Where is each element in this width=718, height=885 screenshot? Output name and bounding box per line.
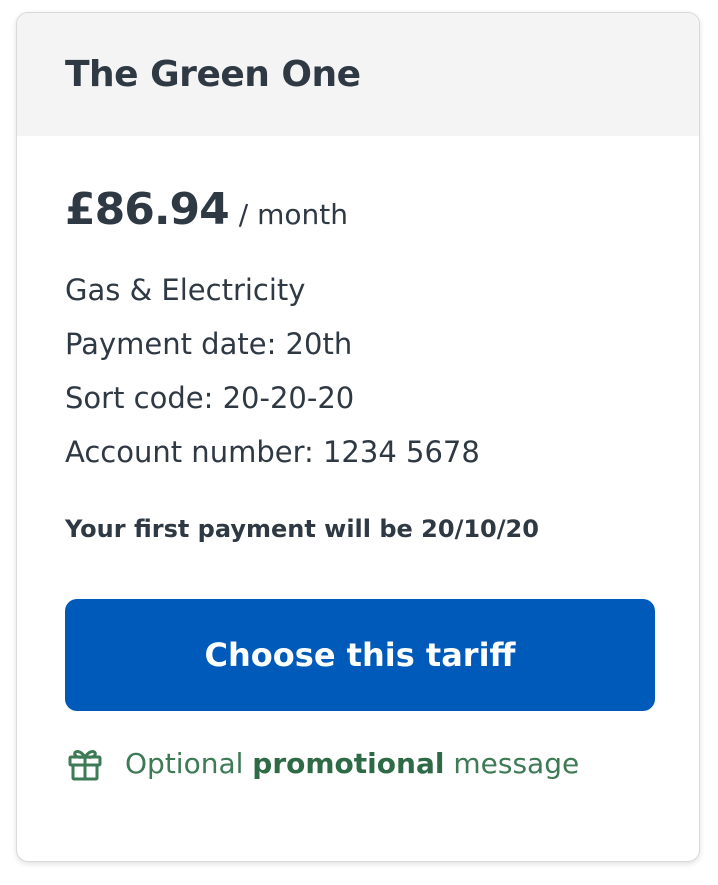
detail-sort-code: Sort code: 20-20-20 [65,381,355,415]
promo-emphasis: promotional [252,746,445,780]
gift-icon [65,743,105,783]
price-unit: / month [238,198,349,231]
card-body: £86.94 / month Gas & Electricity Payment… [17,136,699,783]
first-payment-note: Your first payment will be 20/10/20 [65,515,539,543]
price-row: £86.94 / month [65,184,652,235]
detail-payment-date: Payment date: 20th [65,327,353,361]
promo-suffix: message [453,746,580,780]
tariff-card: The Green One £86.94 / month Gas & Elect… [16,12,700,862]
promotional-message: Optional promotional message [65,743,652,783]
detail-account-number: Account number: 1234 5678 [65,435,480,469]
choose-tariff-button[interactable]: Choose this tariff [65,599,655,711]
tariff-details: Gas & Electricity Payment date: 20th Sor… [65,263,652,479]
monthly-price: £86.94 [65,184,230,235]
tariff-title: The Green One [65,54,361,95]
detail-fuel-type: Gas & Electricity [65,273,306,307]
promo-prefix: Optional [125,746,244,780]
card-header: The Green One [17,13,699,136]
promo-text: Optional promotional message [125,747,579,780]
